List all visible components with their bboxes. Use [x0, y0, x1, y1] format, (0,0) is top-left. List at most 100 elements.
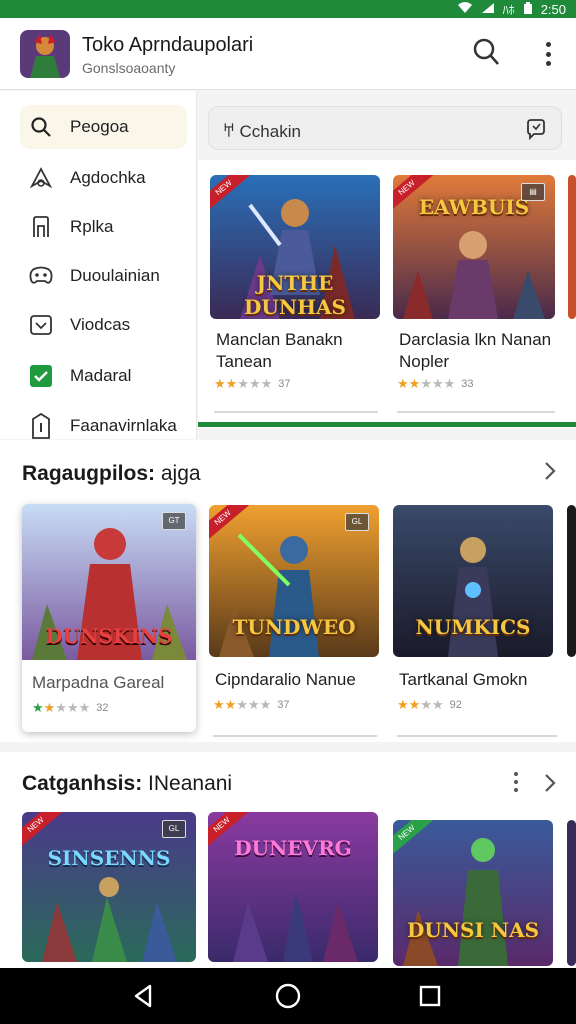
game-thumbnail — [567, 505, 576, 657]
search-text: 𐀀 Cchakin — [223, 122, 301, 141]
chevron-right-icon[interactable] — [543, 460, 557, 482]
search-input[interactable]: 𐀀 Cchakin — [208, 106, 562, 150]
home-icon[interactable] — [274, 982, 302, 1010]
age-badge: GL — [162, 820, 186, 838]
game-thumbnail: TUNDWEO NEW GL — [209, 505, 379, 657]
age-badge: ▤ — [521, 183, 545, 201]
game-thumbnail: DUNSI NAS NEW — [393, 820, 553, 966]
system-nav-bar — [0, 968, 576, 1024]
chevron-right-icon[interactable] — [543, 772, 557, 794]
game-logo-text: DUNSI NAS — [406, 918, 540, 942]
star-icon: ★★ — [213, 697, 237, 712]
game-card[interactable]: SINSENNS NEW GL — [22, 812, 196, 962]
game-card[interactable]: DUNSI NAS NEW — [393, 820, 555, 966]
game-title-line2: Nopler — [399, 352, 450, 371]
game-thumbnail: DUNSKINS GT — [22, 504, 196, 660]
status-bar: ﾊﾎ 2:50 — [0, 0, 576, 18]
star-icon: ★★ — [214, 376, 238, 391]
game-thumbnail — [568, 175, 576, 319]
search-button[interactable] — [470, 36, 502, 68]
game-card-partial[interactable] — [568, 175, 576, 319]
app-logo[interactable] — [20, 30, 70, 78]
game-title: Tartkanal Gmokn — [399, 670, 528, 689]
star-icon: ★★ — [397, 697, 421, 712]
card-divider — [397, 411, 555, 413]
rating-score: 33 — [461, 378, 474, 390]
game-card[interactable]: EAWBUIS NEW ▤ Darclasia lkn Nanan Nopler… — [393, 175, 563, 415]
bookmark-icon — [28, 214, 54, 240]
card-divider — [214, 411, 378, 413]
game-thumbnail — [567, 820, 576, 966]
drawer-label: Duoulainian — [70, 266, 160, 285]
more-icon — [514, 772, 518, 776]
star-icon: ★★ — [397, 376, 421, 391]
star-rating: ★★ ★★★ 33 — [397, 376, 474, 392]
drawer-item-search[interactable]: Peogoa — [20, 105, 187, 149]
game-card[interactable]: DUNEVRG NEW — [208, 812, 380, 962]
game-card-partial[interactable] — [567, 505, 576, 657]
signal-icon — [481, 2, 495, 17]
game-logo-text: DUNSKINS — [45, 624, 173, 648]
rating-score: 37 — [278, 378, 291, 390]
game-thumbnail: SINSENNS NEW GL — [22, 812, 196, 962]
rating-score: 92 — [449, 699, 462, 711]
check-icon — [28, 363, 54, 389]
search-icon — [28, 114, 54, 140]
drawer-item-explore[interactable]: Agdochka — [20, 156, 187, 200]
star-empty-icon: ★★★ — [237, 376, 273, 391]
video-icon — [28, 312, 54, 338]
game-thumbnail: JNTHE DUNHAS NEW — [210, 175, 380, 319]
drawer-label: Rplka — [70, 217, 114, 236]
voice-search-icon[interactable] — [525, 118, 547, 141]
rating-score: 37 — [277, 699, 290, 711]
star-rating: ★ ★ ★★★ 32 — [32, 700, 109, 716]
battery-icon — [523, 1, 533, 18]
game-logo-text: DUNEVRG — [234, 836, 352, 860]
gamepad-icon — [28, 263, 54, 289]
game-title: Marpadna Gareal — [32, 673, 165, 692]
game-thumbnail: EAWBUIS NEW ▤ — [393, 175, 555, 319]
game-card-partial[interactable] — [567, 820, 576, 966]
info-icon — [28, 413, 54, 439]
drawer-label: Viodcas — [70, 315, 131, 334]
more-options-button[interactable] — [538, 40, 558, 68]
game-card[interactable]: TUNDWEO NEW GL Cipndaralio Nanue ★★ ★★★ 37 — [209, 505, 381, 740]
status-badge: ﾊﾎ — [502, 3, 515, 17]
age-badge: GL — [345, 513, 369, 531]
game-title: Manclan Banakn — [216, 330, 343, 349]
card-divider — [213, 735, 377, 737]
star-rating: ★★ ★★★ 37 — [213, 697, 290, 713]
wifi-icon — [457, 2, 473, 17]
game-logo-text: TUNDWEO — [232, 615, 356, 639]
drawer-item-installed[interactable]: Madaral — [20, 354, 187, 398]
section-title: Catganhsis: INeanani — [22, 772, 233, 795]
game-card[interactable]: DUNSKINS GT Marpadna Gareal ★ ★ ★★★ 32 — [22, 504, 196, 732]
star-empty-icon: ★★★ — [420, 376, 456, 391]
app-bar: Toko Aprndaupolari Gonslsoaoanty — [0, 18, 576, 90]
app-title: Toko Aprndaupolari — [82, 34, 254, 56]
star-empty-icon: ★★ — [420, 697, 444, 712]
game-card[interactable]: NUMKICS Tartkanal Gmokn ★★ ★★ 92 — [393, 505, 557, 740]
game-logo-text: JNTHE DUNHAS — [244, 271, 346, 319]
section-title: Ragaugpilos: ajga — [22, 462, 201, 485]
recents-icon[interactable] — [416, 982, 444, 1010]
card-divider — [397, 735, 557, 737]
back-icon[interactable] — [130, 982, 158, 1010]
drawer-item-library[interactable]: Rplka — [20, 205, 187, 249]
more-icon — [545, 42, 551, 47]
star-rating: ★★ ★★★ 37 — [214, 376, 291, 392]
search-icon — [473, 38, 499, 65]
game-thumbnail: DUNEVRG NEW — [208, 812, 378, 962]
game-card[interactable]: JNTHE DUNHAS NEW Manclan Banakn Tanean ★… — [210, 175, 382, 415]
drawer-item-games[interactable]: Duoulainian — [20, 254, 187, 298]
drawer-item-videos[interactable]: Viodcas — [20, 303, 187, 347]
rating-score: 32 — [96, 702, 109, 714]
game-title-line2: Tanean — [216, 352, 272, 371]
game-title: Darclasia lkn Nanan — [399, 330, 552, 349]
drawer-label: Agdochka — [70, 168, 146, 187]
age-badge: GT — [162, 512, 186, 530]
drawer-label: Peogoa — [70, 117, 129, 136]
section-more-button[interactable] — [512, 772, 520, 792]
map-pin-icon — [28, 165, 54, 191]
game-logo-text: NUMKICS — [415, 615, 531, 639]
